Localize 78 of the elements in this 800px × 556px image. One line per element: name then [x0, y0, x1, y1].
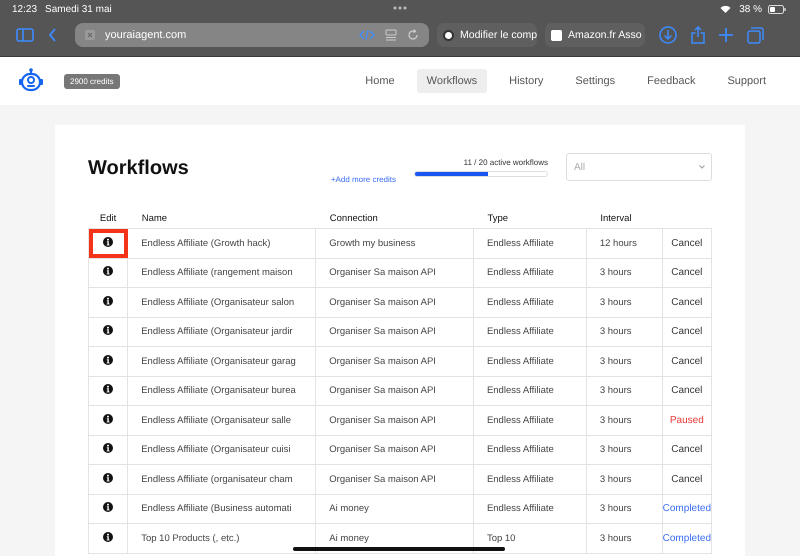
column-header: Edit	[88, 208, 128, 228]
battery-percent: 38 %	[739, 4, 762, 14]
info-icon[interactable]	[103, 384, 114, 394]
table-cell: 3 hours	[586, 288, 662, 317]
table-cell: Endless Affiliate (Organisateur salon	[128, 288, 316, 317]
nav-link[interactable]: Support	[717, 69, 776, 93]
nav-link[interactable]: Workflows	[416, 69, 488, 93]
nav-link[interactable]: Feedback	[637, 69, 706, 93]
browser-tab[interactable]: Amazon.fr Asso	[545, 23, 645, 47]
table-cell: Endless Affiliate	[473, 346, 586, 376]
table-cell: Endless Affiliate	[473, 258, 586, 288]
nav-link[interactable]: History	[499, 69, 554, 93]
info-icon[interactable]	[103, 502, 114, 512]
status-time: 12:23	[12, 4, 38, 14]
table-cell: Endless Affiliate (Organisateur jardir	[128, 317, 316, 346]
info-icon[interactable]	[103, 325, 114, 336]
table-cell: Ai money	[316, 494, 474, 524]
info-icon[interactable]	[103, 414, 114, 424]
favicon-icon	[551, 30, 562, 40]
nav-link[interactable]: Settings	[565, 69, 626, 93]
usage-text: 11 / 20 active workflows	[464, 158, 548, 167]
table-cell: Endless Affiliate (Organisateur burea	[128, 376, 316, 406]
page-title: Workflows	[88, 157, 189, 180]
table-cell: Endless Affiliate	[473, 317, 586, 346]
table-cell: Endless Affiliate	[473, 228, 586, 258]
column-header: Connection	[316, 208, 474, 228]
table-cell: Endless Affiliate (Growth hack)	[128, 228, 316, 258]
table-cell: Endless Affiliate	[473, 435, 586, 464]
table-cell: Organiser Sa maison API	[316, 376, 474, 406]
table-cell: Endless Affiliate (organisateur cham	[128, 464, 316, 494]
table-cell: Endless Affiliate (Organisateur salle	[128, 406, 316, 435]
table-cell: Endless Affiliate (rangement maison	[128, 258, 316, 288]
add-credits-link[interactable]: +Add more credits	[330, 175, 396, 184]
info-icon[interactable]	[103, 472, 114, 483]
battery-icon	[768, 4, 786, 14]
browser-tab[interactable]: Modifier le comp	[437, 23, 537, 47]
chevron-icon	[699, 165, 705, 169]
table-cell: Endless Affiliate	[473, 288, 586, 317]
nav-link[interactable]: Home	[355, 69, 405, 93]
table-cell: 3 hours	[586, 464, 662, 494]
status-date: Samedi 31 mai	[45, 4, 112, 14]
table-cell: 3 hours	[586, 346, 662, 376]
table-cell: Endless Affiliate (Organisateur garag	[128, 346, 316, 376]
info-icon[interactable]	[103, 236, 114, 247]
table-cell: 3 hours	[586, 258, 662, 288]
table-cell: Organiser Sa maison API	[316, 464, 474, 494]
table-cell: Endless Affiliate (Organisateur cuisi	[128, 435, 316, 464]
column-header: Type	[473, 208, 586, 228]
table-cell: 12 hours	[586, 228, 662, 258]
table-cell: Growth my business	[316, 228, 474, 258]
credits-badge: 2900 credits	[64, 74, 120, 88]
table-cell: Endless Affiliate	[473, 464, 586, 494]
table-cell: Organiser Sa maison API	[316, 406, 474, 435]
wifi-icon	[720, 5, 732, 13]
info-icon[interactable]	[103, 354, 114, 365]
table-cell: 3 hours	[586, 494, 662, 524]
table-cell: Organiser Sa maison API	[316, 435, 474, 464]
table-cell: Endless Affiliate	[473, 494, 586, 524]
column-header: Interval	[586, 208, 662, 228]
info-icon[interactable]	[103, 266, 114, 276]
table-cell: 3 hours	[586, 435, 662, 464]
table-cell: 3 hours	[586, 376, 662, 406]
table-cell: 3 hours	[586, 317, 662, 346]
info-icon[interactable]	[103, 296, 114, 306]
more-icon	[393, 6, 407, 10]
table-cell: Endless Affiliate	[473, 376, 586, 406]
column-header: Name	[128, 208, 316, 228]
table-cell: 3 hours	[586, 406, 662, 435]
table-cell: Organiser Sa maison API	[316, 317, 474, 346]
info-icon[interactable]	[103, 443, 114, 454]
table-cell: Organiser Sa maison API	[316, 288, 474, 317]
info-icon[interactable]	[103, 532, 114, 542]
robot-logo-icon[interactable]	[18, 68, 44, 94]
table-cell: Organiser Sa maison API	[316, 346, 474, 376]
table-cell: Endless Affiliate (Business automati	[128, 494, 316, 524]
table-cell: 3 hours	[586, 524, 662, 553]
table-cell: Endless Affiliate	[473, 406, 586, 435]
table-cell: Organiser Sa maison API	[316, 258, 474, 288]
